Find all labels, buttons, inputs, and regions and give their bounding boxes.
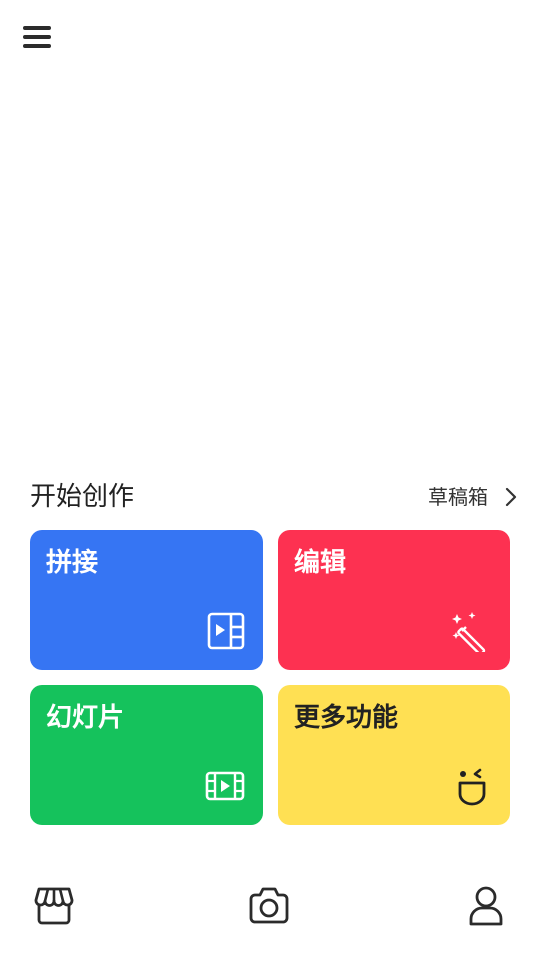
store-icon (34, 887, 74, 925)
slideshow-card[interactable]: 幻灯片 (30, 685, 263, 825)
camera-nav-button[interactable] (247, 884, 291, 928)
smiley-face-icon (458, 768, 486, 806)
chevron-right-icon (505, 487, 517, 507)
film-strip-icon (205, 771, 245, 801)
hamburger-menu-icon-line-1 (23, 26, 51, 30)
edit-card-label: 编辑 (294, 548, 347, 578)
drafts-link[interactable]: 草稿箱 (428, 482, 518, 512)
magic-wand-icon (452, 612, 486, 652)
camera-icon (249, 887, 289, 924)
edit-card[interactable]: 编辑 (278, 530, 510, 670)
drafts-label: 草稿箱 (428, 485, 488, 509)
more-features-card[interactable]: 更多功能 (278, 685, 510, 825)
profile-icon (469, 886, 503, 926)
hamburger-menu-button[interactable] (22, 24, 52, 50)
collage-card-label: 拼接 (46, 548, 99, 578)
profile-nav-button[interactable] (464, 884, 508, 928)
collage-layout-icon (207, 612, 245, 650)
store-nav-button[interactable] (32, 884, 76, 928)
hamburger-menu-icon-line-2 (23, 35, 51, 39)
more-features-card-label: 更多功能 (294, 703, 399, 733)
section-title: 开始创作 (30, 482, 135, 512)
slideshow-card-label: 幻灯片 (46, 703, 125, 733)
collage-card[interactable]: 拼接 (30, 530, 263, 670)
hamburger-menu-icon-line-3 (23, 44, 51, 48)
